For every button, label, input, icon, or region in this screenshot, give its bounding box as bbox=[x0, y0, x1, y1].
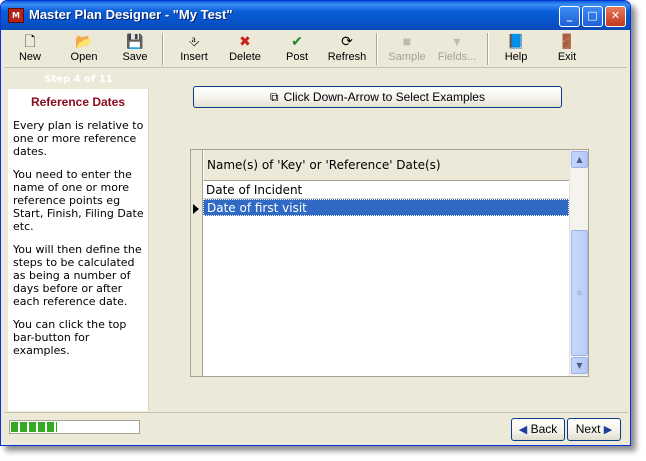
grid-column-header[interactable]: Name(s) of 'Key' or 'Reference' Date(s) bbox=[203, 150, 569, 181]
sample-square-icon: ■ bbox=[402, 33, 412, 49]
reference-dates-grid[interactable]: Name(s) of 'Key' or 'Reference' Date(s) … bbox=[190, 149, 589, 377]
checkmark-icon: ✔ bbox=[291, 33, 303, 49]
sample-label: Sample bbox=[388, 51, 426, 63]
exit-button[interactable]: 🚪 Exit bbox=[547, 31, 587, 67]
refresh-label: Refresh bbox=[327, 51, 367, 63]
refresh-button[interactable]: ⟳ Refresh bbox=[323, 31, 371, 67]
scroll-thumb[interactable]: ≡ bbox=[571, 230, 588, 356]
post-label: Post bbox=[285, 51, 308, 63]
current-row-marker-icon bbox=[193, 204, 199, 214]
vertical-scrollbar[interactable]: ▲ ≡ ▼ bbox=[569, 150, 588, 376]
step-progress-bar bbox=[9, 420, 140, 434]
insert-button[interactable]: ⎀ Insert bbox=[172, 31, 216, 67]
save-button[interactable]: 💾 Save bbox=[115, 31, 155, 67]
step-indicator: Step 4 of 11 bbox=[44, 74, 113, 85]
main-window: M Master Plan Designer - "My Test" _ □ ✕… bbox=[0, 0, 631, 446]
insert-icon: ⎀ bbox=[188, 33, 200, 49]
title-bar[interactable]: M Master Plan Designer - "My Test" _ □ ✕ bbox=[1, 1, 630, 30]
next-button[interactable]: Next ▶ bbox=[567, 418, 621, 441]
toolbar-separator bbox=[487, 33, 489, 65]
new-label: New bbox=[18, 51, 41, 63]
app-icon[interactable]: M bbox=[8, 8, 24, 23]
fields-label: Fields... bbox=[437, 51, 477, 63]
sidebar-title: Reference Dates bbox=[30, 95, 126, 109]
open-label: Open bbox=[70, 51, 98, 63]
help-label: Help bbox=[504, 51, 528, 63]
open-button[interactable]: 📂 Open bbox=[64, 31, 104, 67]
toolbar-separator bbox=[376, 33, 378, 65]
help-sidebar: Reference Dates Every plan is relative t… bbox=[8, 89, 149, 411]
back-button[interactable]: ◀ Back bbox=[511, 418, 565, 441]
save-label: Save bbox=[122, 51, 148, 63]
insert-label: Insert bbox=[180, 51, 208, 63]
new-button[interactable]: 🗋 New bbox=[10, 31, 50, 67]
sidebar-paragraph: You will then define the steps to be cal… bbox=[13, 243, 142, 308]
scroll-up-button[interactable]: ▲ bbox=[571, 151, 588, 168]
progress-fill bbox=[11, 422, 57, 432]
toolbar: 🗋 New 📂 Open 💾 Save ⎀ Insert ✖ Delete ✔ … bbox=[4, 30, 627, 68]
post-button[interactable]: ✔ Post bbox=[277, 31, 317, 67]
toolbar-separator bbox=[162, 33, 164, 65]
grid-row[interactable]: Date of Incident bbox=[203, 182, 569, 199]
new-document-icon: 🗋 bbox=[24, 33, 36, 49]
row-indicator-column bbox=[191, 150, 203, 376]
chevron-down-icon: ▾ bbox=[453, 33, 461, 49]
sidebar-paragraph: You need to enter the name of one or mor… bbox=[13, 168, 144, 233]
arrow-right-icon: ▶ bbox=[603, 424, 613, 436]
exit-label: Exit bbox=[557, 51, 577, 63]
next-label: Next bbox=[575, 422, 601, 436]
exit-door-icon: 🚪 bbox=[558, 33, 576, 49]
close-button[interactable]: ✕ bbox=[605, 6, 626, 27]
arrow-left-icon: ◀ bbox=[518, 424, 528, 436]
floppy-disk-icon: 💾 bbox=[126, 33, 144, 49]
status-bar: ◀ Back Next ▶ bbox=[4, 412, 628, 443]
sample-button[interactable]: ■ Sample bbox=[382, 31, 432, 67]
select-examples-label: Click Down-Arrow to Select Examples bbox=[283, 90, 485, 104]
delete-x-icon: ✖ bbox=[239, 33, 251, 49]
select-examples-button[interactable]: ⧉ Click Down-Arrow to Select Examples bbox=[193, 86, 562, 108]
delete-label: Delete bbox=[229, 51, 261, 63]
open-folder-icon: 📂 bbox=[75, 33, 93, 49]
sidebar-paragraph: You can click the top bar-button for exa… bbox=[13, 318, 127, 357]
help-book-icon: 📘 bbox=[507, 33, 525, 49]
examples-icon: ⧉ bbox=[270, 90, 279, 104]
sidebar-paragraph: Every plan is relative to one or more re… bbox=[13, 119, 144, 158]
scroll-down-button[interactable]: ▼ bbox=[571, 357, 588, 374]
fields-button[interactable]: ▾ Fields... bbox=[433, 31, 481, 67]
refresh-icon: ⟳ bbox=[341, 33, 353, 49]
delete-button[interactable]: ✖ Delete bbox=[223, 31, 267, 67]
maximize-button[interactable]: □ bbox=[582, 6, 603, 27]
grid-row-selected[interactable]: Date of first visit bbox=[203, 199, 569, 216]
help-button[interactable]: 📘 Help bbox=[496, 31, 536, 67]
back-label: Back bbox=[530, 422, 558, 436]
minimize-button[interactable]: _ bbox=[559, 6, 580, 27]
window-title: Master Plan Designer - "My Test" bbox=[29, 7, 233, 22]
